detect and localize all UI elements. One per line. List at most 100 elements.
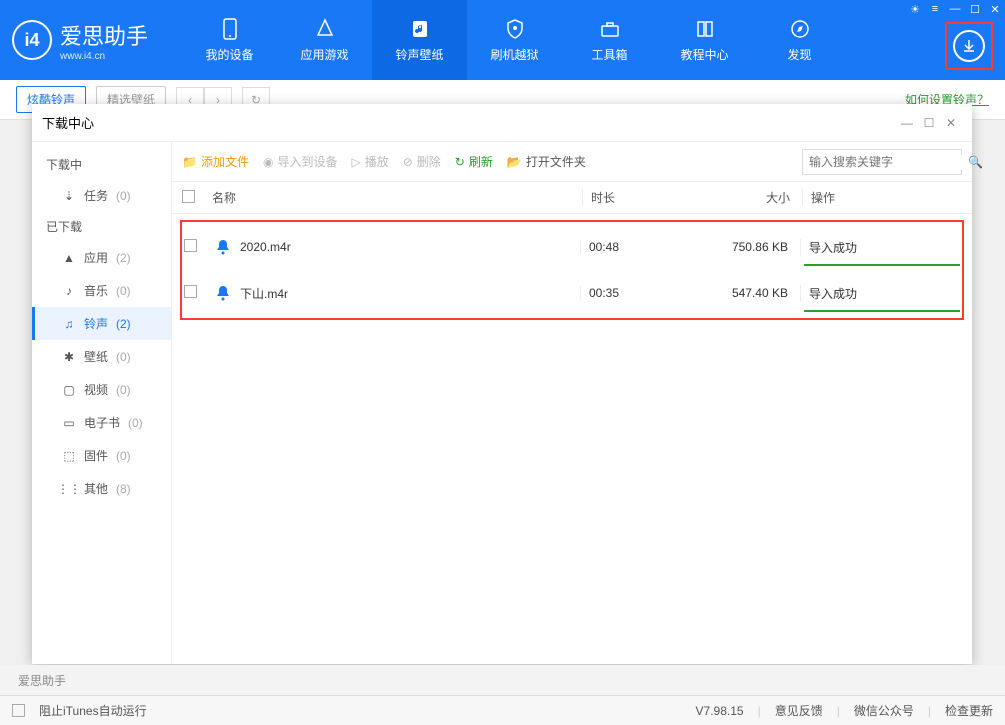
- sidebar-item-videos[interactable]: ▢视频(0): [32, 373, 171, 406]
- nav-toolbox[interactable]: 工具箱: [562, 0, 657, 80]
- row-checkbox[interactable]: [184, 285, 197, 298]
- refresh-button[interactable]: ↻刷新: [455, 153, 493, 170]
- download-icon: [953, 30, 985, 62]
- sidebar-section-downloading: 下载中: [32, 150, 171, 179]
- nav-tutorials[interactable]: 教程中心: [657, 0, 752, 80]
- status: 导入成功: [800, 285, 960, 302]
- play-button[interactable]: ▷播放: [351, 153, 388, 170]
- select-all-checkbox[interactable]: [182, 190, 195, 203]
- import-icon: ◉: [263, 155, 273, 169]
- maximize-button[interactable]: ☐: [965, 0, 985, 18]
- content-area: 📁添加文件 ◉导入到设备 ▷播放 ⊘删除 ↻刷新 📂打开文件夹 🔍 名称 时长 …: [172, 142, 972, 664]
- download-center-modal: 下载中心 — ☐ ✕ 下载中 ⇣ 任务 (0) 已下载 ▲应用(2) ♪音乐(0…: [32, 104, 972, 664]
- size: 750.86 KB: [690, 240, 800, 254]
- duration: 00:35: [580, 286, 690, 300]
- sidebar-item-ringtones[interactable]: ♫铃声(2): [32, 307, 171, 340]
- other-icon: ⋮⋮: [62, 482, 76, 496]
- modal-close-button[interactable]: ✕: [940, 112, 962, 134]
- apps-icon: [313, 17, 337, 41]
- progress-bar: [804, 264, 960, 266]
- feedback-link[interactable]: 意见反馈: [775, 702, 823, 719]
- minimize-button[interactable]: —: [945, 0, 965, 18]
- main-header: i4 爱思助手 www.i4.cn 我的设备 应用游戏 铃声壁纸 刷机越狱 工具…: [0, 0, 1005, 80]
- firmware-icon: ⬚: [62, 449, 76, 463]
- settings-icon[interactable]: ☀: [905, 0, 925, 18]
- col-name: 名称: [212, 189, 582, 206]
- delete-button[interactable]: ⊘删除: [403, 153, 441, 170]
- wallpaper-icon: ✱: [62, 350, 76, 364]
- apps-icon: ▲: [62, 251, 76, 265]
- tasks-icon: ⇣: [62, 189, 76, 203]
- update-link[interactable]: 检查更新: [945, 702, 993, 719]
- modal-title: 下载中心: [42, 113, 94, 132]
- sidebar-item-firmware[interactable]: ⬚固件(0): [32, 439, 171, 472]
- search-icon[interactable]: 🔍: [968, 155, 983, 169]
- ebook-icon: ▭: [62, 416, 76, 430]
- sidebar-item-apps[interactable]: ▲应用(2): [32, 241, 171, 274]
- bell-icon: [214, 238, 232, 256]
- itunes-label: 阻止iTunes自动运行: [39, 702, 147, 719]
- add-file-button[interactable]: 📁添加文件: [182, 153, 249, 170]
- nav-jailbreak[interactable]: 刷机越狱: [467, 0, 562, 80]
- play-icon: ▷: [351, 155, 360, 169]
- modal-titlebar: 下载中心 — ☐ ✕: [32, 104, 972, 142]
- modal-maximize-button[interactable]: ☐: [918, 112, 940, 134]
- search-input[interactable]: [809, 155, 964, 169]
- app-name: 爱思助手: [60, 19, 148, 51]
- music-icon: [408, 17, 432, 41]
- open-folder-button[interactable]: 📂打开文件夹: [507, 153, 586, 170]
- folder-icon: 📂: [507, 155, 522, 169]
- status-bar: 阻止iTunes自动运行 V7.98.15 | 意见反馈 | 微信公众号 | 检…: [0, 695, 1005, 725]
- app-site: www.i4.cn: [60, 51, 148, 62]
- sidebar-item-music[interactable]: ♪音乐(0): [32, 274, 171, 307]
- window-controls: ☀ ≡ — ☐ ✕: [905, 0, 1005, 18]
- delete-icon: ⊘: [403, 155, 413, 169]
- wechat-link[interactable]: 微信公众号: [854, 702, 914, 719]
- nav-discover[interactable]: 发现: [752, 0, 847, 80]
- rows-highlight: 2020.m4r 00:48 750.86 KB 导入成功 下山.m4r 00:…: [180, 220, 964, 320]
- download-center-button[interactable]: [945, 22, 993, 70]
- file-name: 下山.m4r: [240, 285, 288, 302]
- shield-icon: [503, 17, 527, 41]
- sidebar-item-other[interactable]: ⋮⋮其他(8): [32, 472, 171, 505]
- refresh-icon: ↻: [455, 155, 465, 169]
- search-box[interactable]: 🔍: [802, 149, 962, 175]
- sidebar-item-tasks[interactable]: ⇣ 任务 (0): [32, 179, 171, 212]
- col-operation: 操作: [802, 189, 962, 206]
- sidebar: 下载中 ⇣ 任务 (0) 已下载 ▲应用(2) ♪音乐(0) ♫铃声(2) ✱壁…: [32, 142, 172, 664]
- app-name-row: 爱思助手: [0, 665, 1005, 695]
- file-name: 2020.m4r: [240, 240, 291, 254]
- version-label: V7.98.15: [696, 704, 744, 718]
- phone-icon: [218, 17, 242, 41]
- video-icon: ▢: [62, 383, 76, 397]
- sidebar-item-ebooks[interactable]: ▭电子书(0): [32, 406, 171, 439]
- modal-minimize-button[interactable]: —: [896, 112, 918, 134]
- toolbar: 📁添加文件 ◉导入到设备 ▷播放 ⊘删除 ↻刷新 📂打开文件夹 🔍: [172, 142, 972, 182]
- logo-area: i4 爱思助手 www.i4.cn: [12, 19, 182, 62]
- col-size: 大小: [692, 189, 802, 206]
- folder-add-icon: 📁: [182, 155, 197, 169]
- nav-my-device[interactable]: 我的设备: [182, 0, 277, 80]
- nav-ringtone-wallpaper[interactable]: 铃声壁纸: [372, 0, 467, 80]
- table-header: 名称 时长 大小 操作: [172, 182, 972, 214]
- sidebar-item-wallpapers[interactable]: ✱壁纸(0): [32, 340, 171, 373]
- row-checkbox[interactable]: [184, 239, 197, 252]
- music-icon: ♪: [62, 284, 76, 298]
- compass-icon: [788, 17, 812, 41]
- progress-bar: [804, 310, 960, 312]
- duration: 00:48: [580, 240, 690, 254]
- toolbox-icon: [598, 17, 622, 41]
- table-row[interactable]: 2020.m4r 00:48 750.86 KB 导入成功: [182, 224, 962, 270]
- nav-bar: 我的设备 应用游戏 铃声壁纸 刷机越狱 工具箱 教程中心 发现: [182, 0, 993, 80]
- nav-apps[interactable]: 应用游戏: [277, 0, 372, 80]
- logo-icon: i4: [12, 20, 52, 60]
- status: 导入成功: [800, 239, 960, 256]
- menu-icon[interactable]: ≡: [925, 0, 945, 18]
- bell-icon: [214, 284, 232, 302]
- table-row[interactable]: 下山.m4r 00:35 547.40 KB 导入成功: [182, 270, 962, 316]
- import-button[interactable]: ◉导入到设备: [263, 153, 338, 170]
- book-icon: [693, 17, 717, 41]
- col-duration: 时长: [582, 189, 692, 206]
- close-button[interactable]: ✕: [985, 0, 1005, 18]
- itunes-checkbox[interactable]: [12, 704, 25, 717]
